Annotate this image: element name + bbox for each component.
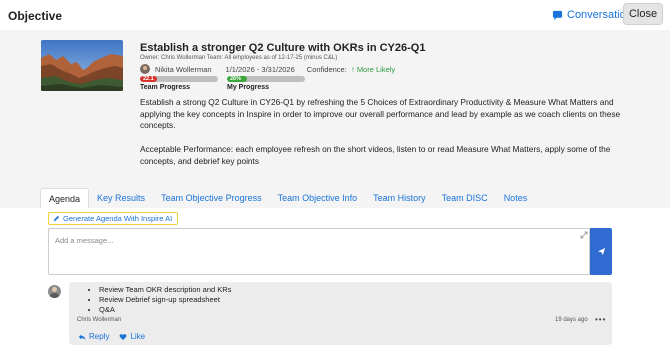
more-options-icon[interactable]: ••• [595, 315, 606, 324]
conversation-button[interactable]: Conversation [552, 6, 632, 24]
tab-notes[interactable]: Notes [496, 188, 536, 208]
confidence-label: Confidence: [306, 64, 347, 74]
send-icon [597, 247, 605, 256]
objective-meta: Nikita Wollerman 1/1/2026 - 3/31/2026 Co… [140, 64, 395, 74]
person-name: Nikita Wollerman [155, 64, 212, 74]
send-button[interactable] [590, 228, 612, 275]
pencil-icon [53, 215, 60, 222]
like-button[interactable]: Like [119, 332, 145, 341]
tab-agenda[interactable]: Agenda [40, 188, 90, 208]
comment-author: Chris Wollerman [77, 317, 122, 323]
heart-icon [119, 333, 127, 340]
comment-time: 19 days ago [555, 317, 588, 323]
comment-card: Review Team OKR description and KRs Revi… [69, 282, 612, 345]
objective-description: Establish a strong Q2 Culture in CY26-Q1… [140, 97, 625, 179]
description-paragraph: Establish a strong Q2 Culture in CY26-Q1… [140, 97, 621, 131]
objective-image [41, 40, 123, 91]
message-input[interactable] [55, 234, 555, 246]
my-progress-value: 26% [230, 76, 242, 82]
tab-bar: Agenda Key Results Team Objective Progre… [40, 188, 535, 208]
description-paragraph: Acceptable Performance: each employee re… [140, 143, 611, 166]
reply-label: Reply [89, 332, 110, 341]
my-progress-label: My Progress [227, 84, 270, 91]
my-progress-bar: 26% [227, 76, 305, 82]
date-range: 1/1/2026 - 3/31/2026 [225, 64, 295, 74]
like-label: Like [130, 332, 146, 341]
tab-team-disc[interactable]: Team DISC [434, 188, 496, 208]
generate-agenda-button[interactable]: Generate Agenda With Inspire AI [48, 212, 178, 225]
reply-icon [78, 334, 86, 340]
tab-team-history[interactable]: Team History [365, 188, 434, 208]
confidence-value: More Likely [356, 64, 396, 74]
agenda-list: Review Team OKR description and KRs Revi… [99, 285, 231, 315]
team-progress-bar: 22.1 [140, 76, 218, 82]
arrow-up-icon: ↑ [350, 64, 355, 74]
commenter-avatar [48, 285, 61, 298]
comment-actions: Reply Like [78, 332, 145, 341]
tab-team-objective-progress[interactable]: Team Objective Progress [153, 188, 270, 208]
owner-line: Owner: Chris Wollerman Team: All employe… [140, 55, 338, 61]
person-avatar [140, 64, 150, 74]
close-button[interactable]: Close [623, 3, 663, 25]
team-progress-label: Team Progress [140, 84, 191, 91]
generate-agenda-label: Generate Agenda With Inspire AI [63, 214, 173, 223]
message-box [48, 228, 590, 275]
team-progress-value: 22.1 [143, 76, 154, 82]
tab-team-objective-info[interactable]: Team Objective Info [270, 188, 366, 208]
reply-button[interactable]: Reply [78, 332, 109, 341]
list-item: Q&A [99, 305, 231, 315]
list-item: Review Debrief sign-up spreadsheet [99, 295, 231, 305]
objective-title: Establish a stronger Q2 Culture with OKR… [140, 42, 426, 54]
tab-key-results[interactable]: Key Results [89, 188, 153, 208]
top-bar: Objective Conversation Close [0, 0, 670, 30]
window-title: Objective [8, 9, 63, 23]
chat-bubble-icon [552, 10, 563, 20]
expand-icon[interactable] [580, 231, 588, 239]
list-item: Review Team OKR description and KRs [99, 285, 231, 295]
